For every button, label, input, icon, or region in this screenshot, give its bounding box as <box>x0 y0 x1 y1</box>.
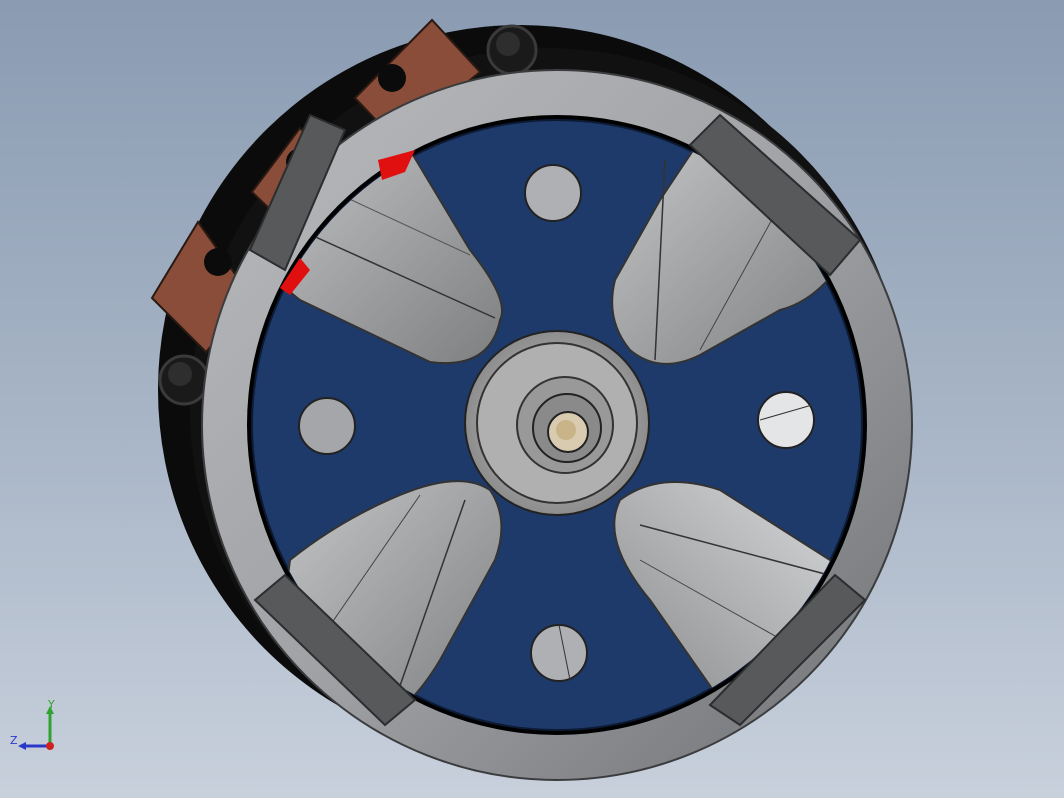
axis-triad[interactable]: Y Z <box>6 698 66 758</box>
shaft-hub <box>464 330 650 516</box>
cad-viewport[interactable]: Y Z <box>0 0 1064 798</box>
y-axis-label: Y <box>47 698 55 711</box>
motor-model[interactable] <box>0 0 1064 798</box>
origin-icon <box>46 742 54 750</box>
z-axis-label: Z <box>10 734 18 747</box>
